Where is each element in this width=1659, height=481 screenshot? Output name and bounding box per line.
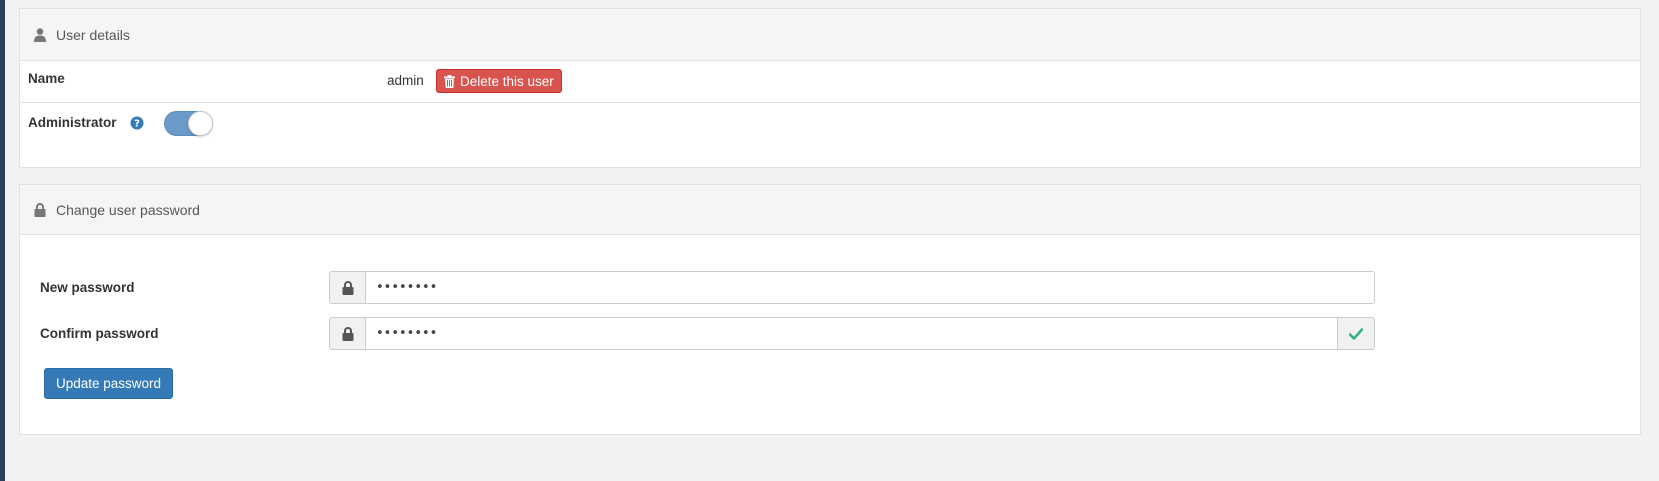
confirm-password-input[interactable] <box>366 317 1338 350</box>
name-label: Name <box>28 71 65 86</box>
question-circle-icon[interactable]: ? <box>130 116 144 130</box>
trash-icon <box>444 74 455 88</box>
delete-user-label: Delete this user <box>460 73 554 89</box>
confirm-password-label: Confirm password <box>40 326 159 341</box>
toggle-knob <box>188 111 213 136</box>
user-details-header: User details <box>20 9 1640 61</box>
confirm-password-row: Confirm password <box>40 317 1375 351</box>
new-password-row: New password <box>40 271 1375 305</box>
change-password-title: Change user password <box>56 201 200 218</box>
administrator-row: Administrator ? <box>20 103 1640 163</box>
change-password-header: Change user password <box>20 185 1640 235</box>
change-password-panel: Change user password New password Confir… <box>19 184 1641 435</box>
check-icon <box>1349 327 1363 340</box>
administrator-toggle[interactable] <box>164 111 213 136</box>
sidebar-edge <box>0 0 5 481</box>
username-value: admin <box>387 73 424 88</box>
update-password-button[interactable]: Update password <box>44 368 173 399</box>
lock-icon <box>342 326 353 341</box>
new-password-label: New password <box>40 280 135 295</box>
confirm-password-group <box>329 317 1375 350</box>
new-password-group <box>329 271 1375 304</box>
delete-user-button[interactable]: Delete this user <box>436 69 562 93</box>
new-password-input[interactable] <box>366 271 1375 304</box>
lock-icon <box>342 280 353 295</box>
new-password-lock-addon <box>329 271 366 304</box>
password-match-addon <box>1338 317 1375 350</box>
lock-icon <box>34 202 46 217</box>
name-row: Name admin Delete this user <box>20 61 1640 103</box>
user-icon <box>34 27 46 42</box>
user-details-panel: User details Name admin Delete this user… <box>19 8 1641 168</box>
confirm-password-lock-addon <box>329 317 366 350</box>
user-details-title: User details <box>56 26 130 43</box>
administrator-label: Administrator <box>28 115 117 130</box>
svg-text:?: ? <box>134 119 140 130</box>
